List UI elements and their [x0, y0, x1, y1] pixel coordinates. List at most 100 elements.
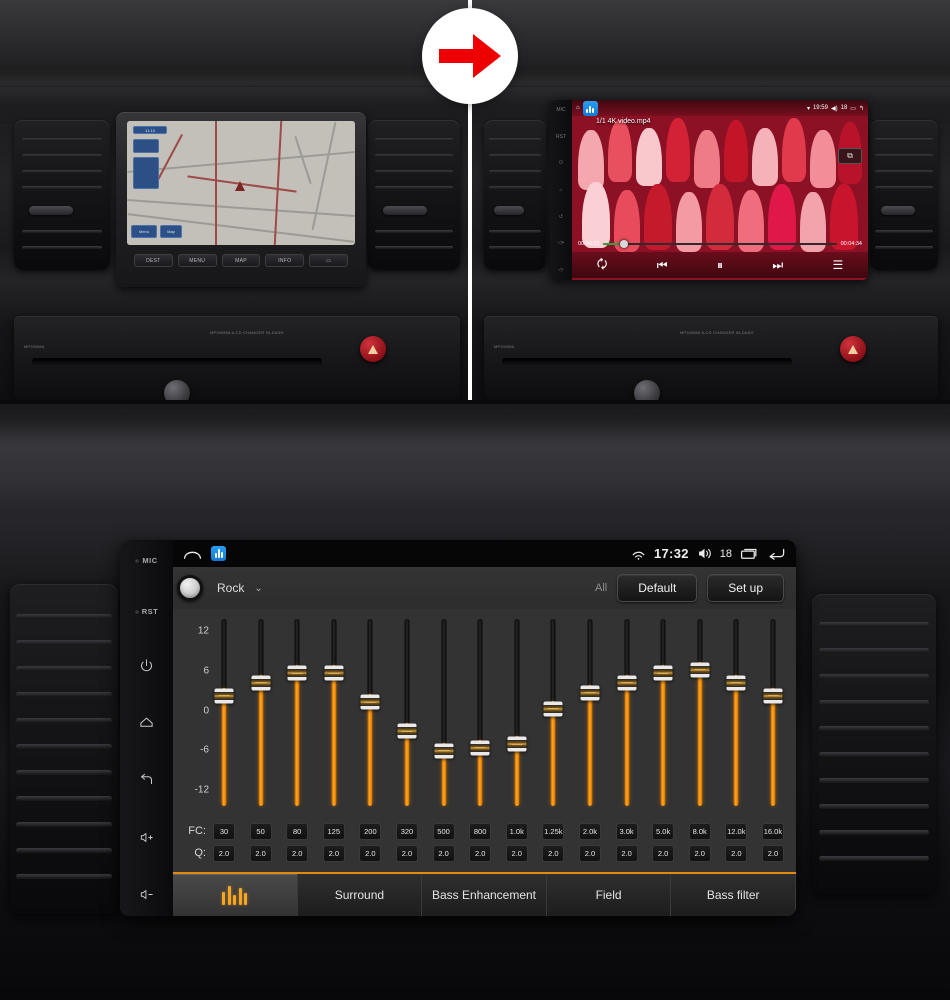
fc-cell[interactable]: 320: [395, 822, 418, 840]
eq-band-thumb[interactable]: [726, 675, 746, 691]
power-icon[interactable]: ⏻: [559, 160, 563, 166]
back-icon[interactable]: ↺: [559, 214, 563, 220]
home-button[interactable]: [139, 715, 154, 730]
eq-band-thumb[interactable]: [763, 688, 783, 704]
fc-cell[interactable]: 50: [249, 822, 272, 840]
next-icon[interactable]: ⏭: [772, 258, 783, 273]
tuning-knob[interactable]: [164, 380, 190, 400]
default-button[interactable]: Default: [617, 574, 698, 602]
q-cell[interactable]: 2.0: [213, 844, 235, 862]
volume-up-icon[interactable]: ◁+: [558, 240, 565, 246]
fc-cell[interactable]: 500: [432, 822, 455, 840]
back-button[interactable]: [139, 773, 154, 788]
fc-cell[interactable]: 12.0k: [725, 822, 748, 840]
pause-icon[interactable]: ⏸: [717, 258, 723, 273]
eq-band[interactable]: [616, 615, 638, 814]
home-icon[interactable]: ⌂: [576, 105, 580, 111]
fc-cell[interactable]: 8.0k: [688, 822, 711, 840]
eq-band-thumb[interactable]: [434, 743, 454, 759]
eq-band-thumb[interactable]: [360, 694, 380, 710]
tuning-knob-2[interactable]: [634, 380, 660, 400]
q-cell[interactable]: 2.0: [249, 844, 272, 862]
q-cell[interactable]: 2.0: [395, 844, 418, 862]
oem-button-screen-off[interactable]: ▭: [309, 254, 348, 267]
fc-cell[interactable]: 30: [213, 822, 235, 840]
reset-button[interactable]: RST: [556, 134, 566, 140]
eq-band-thumb[interactable]: [397, 723, 417, 739]
fc-cell[interactable]: 80: [286, 822, 309, 840]
q-cell[interactable]: 2.0: [286, 844, 309, 862]
eq-band-thumb[interactable]: [690, 662, 710, 678]
q-cell[interactable]: 2.0: [725, 844, 748, 862]
q-cell[interactable]: 2.0: [469, 844, 492, 862]
nav-menu-chip[interactable]: Menu: [131, 225, 157, 238]
seek-bar[interactable]: [603, 240, 837, 248]
eq-band-thumb[interactable]: [580, 685, 600, 701]
app-icon[interactable]: [582, 100, 598, 116]
volume-up-button[interactable]: [139, 830, 154, 845]
oem-button-info[interactable]: INFO: [265, 254, 305, 267]
q-cell[interactable]: 2.0: [688, 844, 711, 862]
q-cell[interactable]: 2.0: [542, 844, 565, 862]
playlist-icon[interactable]: ☰: [833, 258, 844, 272]
fc-cell[interactable]: 125: [322, 822, 345, 840]
equalizer-app-icon[interactable]: [211, 546, 226, 561]
eq-band[interactable]: [762, 615, 784, 814]
power-button[interactable]: [139, 658, 154, 673]
fc-cell[interactable]: 5.0k: [652, 822, 675, 840]
nav-side-chip-1[interactable]: [133, 139, 159, 153]
fc-cell[interactable]: 2.0k: [578, 822, 601, 840]
eq-band[interactable]: [433, 615, 455, 814]
eq-band[interactable]: [359, 615, 381, 814]
eq-band[interactable]: [579, 615, 601, 814]
eq-band[interactable]: [213, 615, 235, 814]
recents-icon[interactable]: [740, 547, 759, 560]
eq-band-thumb[interactable]: [251, 675, 271, 691]
tab-equalizer[interactable]: [173, 874, 298, 916]
tab-surround[interactable]: Surround: [297, 874, 423, 916]
eq-band[interactable]: [396, 615, 418, 814]
eq-band[interactable]: [250, 615, 272, 814]
eq-band[interactable]: [469, 615, 491, 814]
eq-band[interactable]: [652, 615, 674, 814]
q-cell[interactable]: 2.0: [761, 844, 784, 862]
back-icon[interactable]: [767, 547, 786, 560]
eq-band-thumb[interactable]: [653, 665, 673, 681]
android-video-screen[interactable]: ⌂ ▾ 19:59 ◀) 18 ▭ ↰ 1/1 4K video.mp4 ⧉ 0…: [572, 100, 868, 280]
eq-band-thumb[interactable]: [617, 675, 637, 691]
fc-cell[interactable]: 1.0k: [505, 822, 528, 840]
oem-button-map[interactable]: MAP: [221, 254, 261, 267]
eq-band[interactable]: [542, 615, 564, 814]
q-cell[interactable]: 2.0: [359, 844, 382, 862]
q-cell[interactable]: 2.0: [322, 844, 345, 862]
preset-selector[interactable]: Rock ⌄: [217, 581, 263, 595]
previous-icon[interactable]: ⏮: [657, 258, 668, 273]
volume-down-icon[interactable]: ◁-: [558, 267, 564, 273]
eq-band-thumb[interactable]: [287, 665, 307, 681]
q-cell[interactable]: 2.0: [578, 844, 601, 862]
oem-nav-screen[interactable]: 11:13 Menu Map: [127, 121, 355, 245]
picture-in-picture-icon[interactable]: ⧉: [838, 148, 862, 164]
home-icon[interactable]: [183, 547, 202, 560]
recents-icon[interactable]: ▭: [850, 105, 856, 112]
q-cell[interactable]: 2.0: [652, 844, 675, 862]
fc-cell[interactable]: 1.25k: [542, 822, 565, 840]
nav-side-chip-2[interactable]: [133, 157, 159, 189]
all-label[interactable]: All: [595, 582, 607, 594]
oem-button-dest[interactable]: DEST: [134, 254, 173, 267]
eq-band[interactable]: [689, 615, 711, 814]
eq-band-thumb[interactable]: [214, 688, 234, 704]
fc-cell[interactable]: 16.0k: [761, 822, 784, 840]
tab-bass-filter[interactable]: Bass filter: [671, 874, 796, 916]
fc-cell[interactable]: 200: [359, 822, 382, 840]
tab-bass-enhancement[interactable]: Bass Enhancement: [422, 874, 547, 916]
hazard-light-button-2[interactable]: [840, 336, 866, 362]
eq-band-thumb[interactable]: [470, 740, 490, 756]
volume-down-button[interactable]: [139, 887, 154, 902]
hazard-light-button[interactable]: [360, 336, 386, 362]
repeat-icon[interactable]: 🗘: [597, 255, 608, 276]
eq-band-thumb[interactable]: [543, 701, 563, 717]
sidebar-item-reset[interactable]: RST: [134, 607, 159, 616]
back-icon[interactable]: ↰: [859, 105, 864, 112]
tab-field[interactable]: Field: [546, 874, 672, 916]
